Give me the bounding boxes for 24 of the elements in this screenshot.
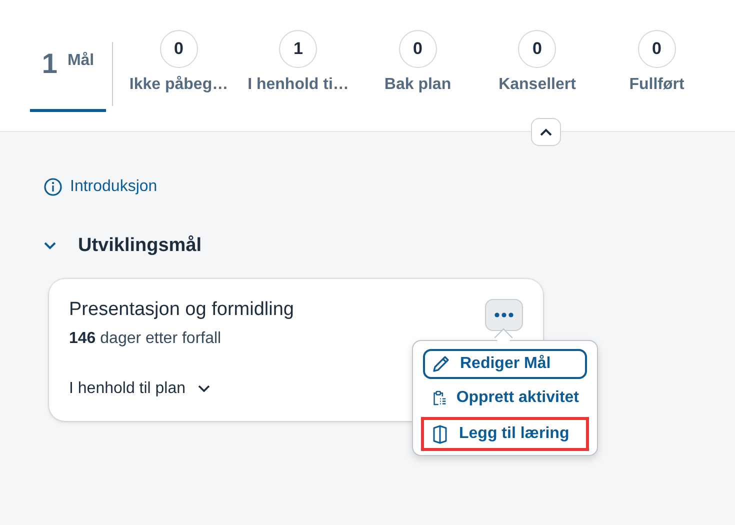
status-tab[interactable]: 0 Bak plan xyxy=(358,30,478,94)
menu-item[interactable]: Legg til læring xyxy=(421,417,589,451)
summary-tab[interactable]: 1 Mål xyxy=(30,32,106,112)
caret-icon xyxy=(198,385,210,393)
section-title: Utviklingsmål xyxy=(78,235,202,257)
section-header[interactable]: Utviklingsmål xyxy=(44,235,735,257)
more-icon xyxy=(494,312,514,318)
status-tab[interactable]: 0 Fullført xyxy=(597,30,716,94)
menu-item[interactable]: Opprett aktivitet xyxy=(423,383,587,413)
status-dropdown[interactable]: I henhold til plan xyxy=(69,380,210,398)
pencil-icon xyxy=(431,354,451,374)
chevron-down-icon xyxy=(44,241,56,251)
chevron-up-icon xyxy=(539,126,553,138)
card-title: Presentasjon og formidling xyxy=(69,299,294,321)
clipboard-list-icon xyxy=(431,388,448,408)
introduction-link[interactable]: Introduksjon xyxy=(44,178,158,196)
info-icon xyxy=(44,178,62,196)
overdue-text: 146 dager etter forfall xyxy=(69,330,222,348)
status-tab[interactable]: 1 I henhold ti… xyxy=(238,30,358,94)
more-button[interactable] xyxy=(485,299,523,331)
status-tab[interactable]: 0 Kansellert xyxy=(478,30,597,94)
collapse-button[interactable] xyxy=(531,118,561,146)
menu-item[interactable]: Rediger Mål xyxy=(423,349,587,379)
status-tab[interactable]: 0 Ikke påbeg… xyxy=(119,30,238,94)
